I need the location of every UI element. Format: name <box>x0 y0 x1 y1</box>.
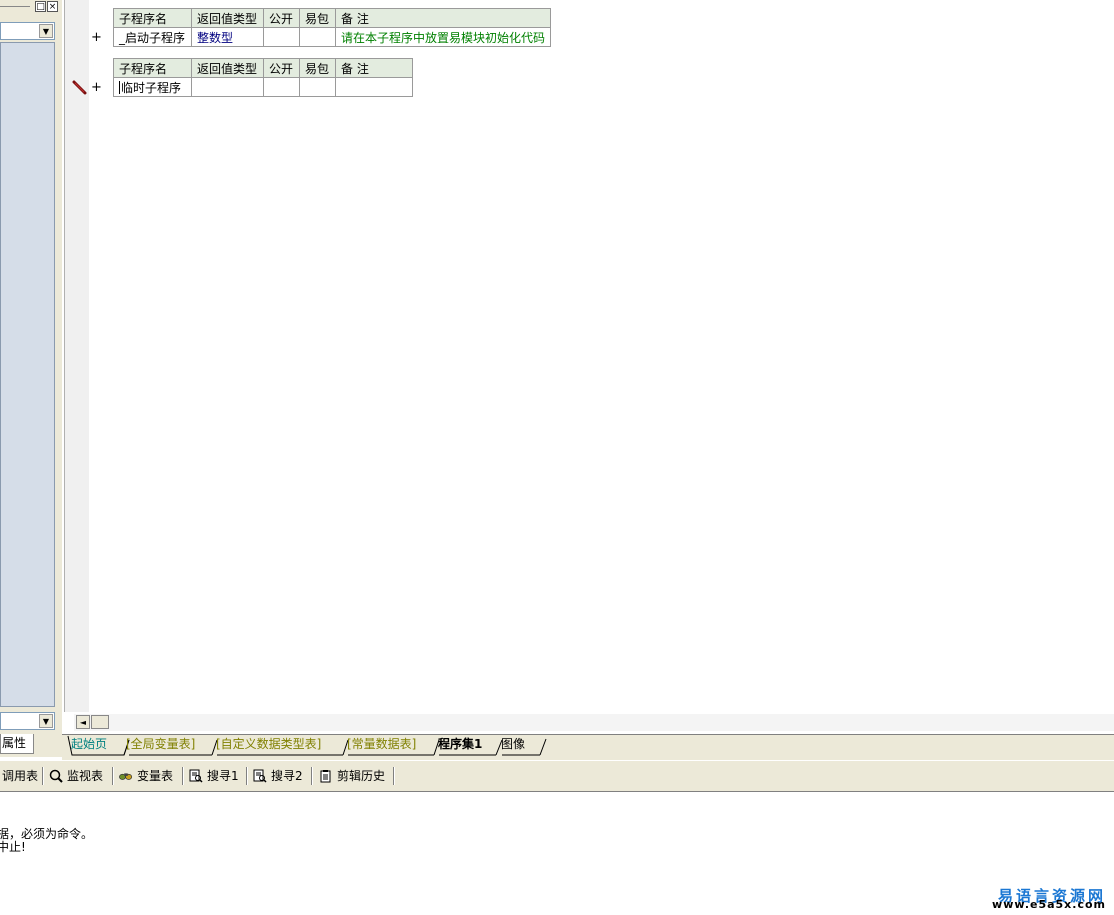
close-button[interactable]: × <box>47 1 58 12</box>
tab-call-table-label: 调用表 <box>2 769 39 783</box>
return-type-cell[interactable]: 整数型 <box>191 27 264 47</box>
output-panel[interactable]: 据，必须为命令。 中止! <box>0 792 1114 915</box>
divider <box>311 767 313 785</box>
tab-watch-table-label: 监视表 <box>67 769 104 783</box>
tab-clip-history-label: 剪辑历史 <box>337 769 386 783</box>
subroutine-name-cell[interactable]: _启动子程序 <box>113 27 192 47</box>
header-cell: 公开 <box>263 8 300 28</box>
tab-start-page[interactable]: 起始页 <box>71 735 107 755</box>
tab-search-1[interactable]: 搜寻1 <box>189 767 239 785</box>
header-cell: 子程序名 <box>113 58 192 78</box>
tab-clip-history[interactable]: 剪辑历史 <box>319 767 385 785</box>
header-cell: 备 注 <box>335 58 413 78</box>
clipboard-icon <box>320 770 331 783</box>
magnifier-icon <box>49 769 63 783</box>
note-cell[interactable] <box>335 77 413 97</box>
table-header-row: 子程序名 返回值类型 公开 易包 备 注 <box>113 8 552 28</box>
public-cell[interactable] <box>263 27 300 47</box>
tool-tab-bar: 调用表 监视表 变量表 搜寻1 搜寻2 剪辑历史 <box>0 760 1114 792</box>
pen-icon <box>72 80 87 95</box>
divider <box>246 767 248 785</box>
text-caret <box>119 80 120 94</box>
header-cell: 公开 <box>263 58 300 78</box>
event-selector-combo[interactable]: ▼ <box>0 712 55 730</box>
document-tab-bar: 起始页 [全局变量表] [自定义数据类型表] [常量数据表] 程序集1 图像 <box>62 734 1114 757</box>
divider <box>112 767 114 785</box>
restore-button[interactable]: □ <box>35 1 46 12</box>
tab-variable-table[interactable]: 变量表 <box>119 767 173 785</box>
tab-properties[interactable]: 属性 <box>0 734 34 754</box>
tab-watch-table[interactable]: 监视表 <box>49 767 103 785</box>
titlebar-grip <box>0 6 30 7</box>
property-tree-panel[interactable] <box>0 42 55 707</box>
object-selector-combo[interactable]: ▼ <box>0 22 55 40</box>
tab-search-2-label: 搜寻2 <box>271 769 303 783</box>
tab-constants[interactable]: [常量数据表] <box>347 735 416 755</box>
expand-subroutine-button[interactable]: + <box>91 80 102 95</box>
subroutine-name-cell[interactable]: 临时子程序 <box>113 77 192 97</box>
expand-subroutine-button[interactable]: + <box>91 30 102 45</box>
tab-program-set-1[interactable]: 程序集1 <box>438 735 482 755</box>
search-doc-icon <box>253 769 267 783</box>
left-panel-titlebar: □ × <box>0 0 62 14</box>
tab-variable-table-label: 变量表 <box>137 769 174 783</box>
search-doc-icon <box>189 769 203 783</box>
editor-gutter <box>64 0 90 712</box>
scroll-left-button[interactable]: ◄ <box>76 715 90 729</box>
header-cell: 返回值类型 <box>191 58 264 78</box>
note-cell[interactable]: 请在本子程序中放置易模块初始化代码 <box>334 27 552 47</box>
code-editor[interactable] <box>89 0 1114 712</box>
tab-custom-data-types[interactable]: [自定义数据类型表] <box>216 735 321 755</box>
horizontal-scrollbar[interactable]: ◄ <box>74 714 1114 731</box>
scroll-thumb[interactable] <box>91 715 109 729</box>
chevron-down-icon[interactable]: ▼ <box>39 24 53 38</box>
output-line: 中止! <box>0 840 26 854</box>
tab-call-table[interactable]: 调用表 <box>2 767 38 785</box>
divider <box>393 767 395 785</box>
divider <box>182 767 184 785</box>
tab-search-2[interactable]: 搜寻2 <box>253 767 303 785</box>
table-header-row: 子程序名 返回值类型 公开 易包 备 注 <box>113 58 413 78</box>
header-cell: 易包 <box>299 58 336 78</box>
watermark-url: www.e5a5x.com <box>992 898 1106 911</box>
table-row: 临时子程序 <box>113 77 413 97</box>
left-panel: □ × ▼ ▼ 属性 <box>0 0 62 757</box>
table-row: _启动子程序 整数型 请在本子程序中放置易模块初始化代码 <box>113 27 552 47</box>
divider <box>42 767 44 785</box>
header-cell: 返回值类型 <box>191 8 264 28</box>
tab-images[interactable]: 图像 <box>501 735 525 755</box>
return-type-cell[interactable] <box>191 77 264 97</box>
public-cell[interactable] <box>263 77 300 97</box>
chevron-down-icon[interactable]: ▼ <box>39 714 53 728</box>
variables-icon <box>119 773 133 780</box>
header-cell: 备 注 <box>334 8 552 28</box>
easy-package-cell[interactable] <box>299 27 336 47</box>
subroutine-table: 子程序名 返回值类型 公开 易包 备 注 _启动子程序 整数型 请在本子程序中放… <box>113 8 552 47</box>
header-cell: 子程序名 <box>113 8 192 28</box>
tab-global-variables[interactable]: [全局变量表] <box>126 735 195 755</box>
header-cell: 易包 <box>299 8 336 28</box>
tab-search-1-label: 搜寻1 <box>207 769 239 783</box>
easy-package-cell[interactable] <box>299 77 336 97</box>
subroutine-name-text: 临时子程序 <box>121 80 182 95</box>
subroutine-table: 子程序名 返回值类型 公开 易包 备 注 临时子程序 <box>113 58 413 97</box>
